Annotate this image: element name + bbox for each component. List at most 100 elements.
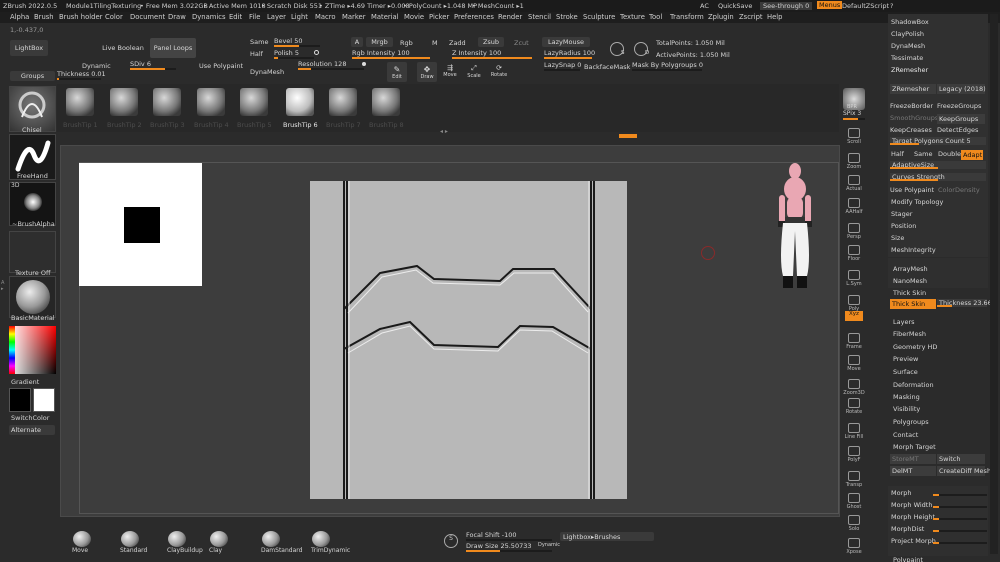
mrgb-button[interactable]: Mrgb <box>366 37 393 47</box>
rp-switch[interactable]: Switch <box>937 454 985 464</box>
rp-detectedges[interactable]: DetectEdges <box>937 126 978 134</box>
rp-tessimate[interactable]: Tessimate <box>891 54 923 62</box>
brushtip-8-thumb[interactable] <box>372 88 400 116</box>
standard-brush-thumb[interactable] <box>121 531 139 547</box>
brushtip-5-thumb[interactable] <box>240 88 268 116</box>
scroll-button[interactable]: Scroll <box>843 125 865 145</box>
rp-target-poly[interactable]: Target Polygons Count 5 <box>890 137 986 145</box>
rp-adaptive-size[interactable]: AdaptiveSize <box>890 161 986 169</box>
l-sym-button[interactable]: L.Sym <box>843 267 865 287</box>
menu-stroke[interactable]: Stroke <box>556 13 578 21</box>
rp-zremesher[interactable]: ZRemesher <box>890 84 936 94</box>
rp-zremesher-section[interactable]: ZRemesher <box>891 66 928 74</box>
zsub-button[interactable]: Zsub <box>478 37 504 47</box>
window-help-icon[interactable]: ? <box>890 2 893 10</box>
menu-picker[interactable]: Picker <box>429 13 449 21</box>
menu-document[interactable]: Document <box>130 13 165 21</box>
rgb-intensity-slider[interactable]: Rgb Intensity 100 <box>352 49 430 59</box>
brushtip-7-thumb[interactable] <box>329 88 357 116</box>
lazyradius-slider[interactable]: LazyRadius 100 <box>544 49 595 59</box>
menu-transform[interactable]: Transform <box>670 13 704 21</box>
rp-morph-dist[interactable]: MorphDist <box>891 525 987 533</box>
resolution-slider[interactable]: Resolution 128 <box>298 60 364 70</box>
menu-layer[interactable]: Layer <box>267 13 286 21</box>
resolution-dot-icon[interactable] <box>362 62 366 66</box>
menu-zplugin[interactable]: Zplugin <box>708 13 734 21</box>
zoom3d-button[interactable]: Zoom3D <box>843 376 865 396</box>
same-label[interactable]: Same <box>250 38 268 46</box>
rp-curves-strength[interactable]: Curves Strength <box>890 173 986 181</box>
rp-half[interactable]: Half <box>891 150 904 158</box>
menu-color[interactable]: Color <box>105 13 123 21</box>
thickness-slider[interactable]: Thickness 0.01 <box>57 70 106 80</box>
lightbox-brushes-button[interactable]: Lightbox▸Brushes <box>560 532 654 541</box>
menu-file[interactable]: File <box>249 13 260 21</box>
switch-color-button[interactable]: SwitchColor <box>11 414 49 422</box>
rp-thickness[interactable]: Thickness 23.66 <box>937 299 992 307</box>
left-tray-toggle[interactable]: A ▸ <box>1 280 4 292</box>
xyz-button[interactable]: Xyz <box>845 311 863 321</box>
zadd-button[interactable]: Zadd <box>449 39 466 47</box>
move-button[interactable]: Move <box>843 352 865 372</box>
rp-morph[interactable]: Morph <box>891 489 987 497</box>
brushtip-4-thumb[interactable] <box>197 88 225 116</box>
rp-create-diff-mesh[interactable]: CreateDiff Mesh <box>937 466 991 476</box>
menu-material[interactable]: Material <box>371 13 399 21</box>
rp-arraymesh[interactable]: ArrayMesh <box>893 265 928 273</box>
line-fill-button[interactable]: Line Fill <box>843 420 865 440</box>
rp-nanomesh[interactable]: NanoMesh <box>893 277 927 285</box>
rp-surface[interactable]: Surface <box>893 368 918 376</box>
polyf-button[interactable]: PolyF <box>843 443 865 463</box>
trimdynamic-brush-thumb[interactable] <box>312 531 330 547</box>
menu-stencil[interactable]: Stencil <box>528 13 551 21</box>
rp-thick-skin-btn[interactable]: Thick Skin <box>890 299 936 309</box>
use-polypaint-button[interactable]: Use Polypaint <box>199 62 243 70</box>
menu-tool[interactable]: Tool <box>649 13 662 21</box>
rp-color-density[interactable]: ColorDensity <box>938 186 980 194</box>
bevel-slider[interactable]: Bevel 50 <box>274 37 320 47</box>
rp-use-polypaint[interactable]: Use Polypaint <box>890 186 934 194</box>
rp-polypaint[interactable]: Polypaint <box>893 556 923 562</box>
dynamic-button[interactable]: Dynamic <box>82 62 111 70</box>
draw-button[interactable]: ✥ Draw <box>417 62 437 82</box>
color-picker[interactable] <box>9 326 56 374</box>
lazymouse-button[interactable]: LazyMouse <box>542 37 590 47</box>
rp-freezeborder[interactable]: FreezeBorder <box>890 102 933 110</box>
edit-button[interactable]: ✎ Edit <box>387 62 407 82</box>
rp-modify-topology[interactable]: Modify Topology <box>891 198 943 206</box>
rp-project-morph[interactable]: Project Morph <box>891 537 987 545</box>
rp-thick-skin-header[interactable]: Thick Skin <box>893 289 926 297</box>
rp-masking[interactable]: Masking <box>893 393 920 401</box>
menu-texture[interactable]: Texture <box>620 13 645 21</box>
brushtip-1-thumb[interactable] <box>66 88 94 116</box>
move-button[interactable]: ⇶ Move <box>441 62 459 80</box>
focal-size-icon[interactable]: S <box>444 534 458 548</box>
panel-loops-button[interactable]: Panel Loops <box>150 38 196 58</box>
move-brush-thumb[interactable] <box>73 531 91 547</box>
lightbox-button[interactable]: LightBox <box>10 40 48 56</box>
brushtip-3-thumb[interactable] <box>153 88 181 116</box>
spix-slider[interactable]: SPix 3 <box>843 110 865 120</box>
rp-keepcreases[interactable]: KeepCreases <box>890 126 932 134</box>
hue-strip[interactable] <box>9 326 15 374</box>
poly-button[interactable]: Poly <box>843 292 865 312</box>
rp-dynamesh[interactable]: DynaMesh <box>891 42 925 50</box>
menu-edit[interactable]: Edit <box>229 13 242 21</box>
menu-render[interactable]: Render <box>498 13 522 21</box>
rp-morph-width[interactable]: Morph Width <box>891 501 987 509</box>
quicksave-button[interactable]: QuickSave <box>718 2 752 10</box>
m-button[interactable]: M <box>432 39 438 47</box>
rp-meshintegrity[interactable]: MeshIntegrity <box>891 246 936 254</box>
zcut-button[interactable]: Zcut <box>514 39 529 47</box>
menu-sculpture[interactable]: Sculpture <box>583 13 615 21</box>
solo-button[interactable]: Solo <box>843 512 865 532</box>
frame-button[interactable]: Frame <box>843 330 865 350</box>
half-label[interactable]: Half <box>250 50 263 58</box>
rp-freezegroups[interactable]: FreezeGroups <box>937 102 981 110</box>
actual-button[interactable]: Actual <box>843 172 865 192</box>
ghost-button[interactable]: Ghost <box>843 490 865 510</box>
aahalf-button[interactable]: AAHalf <box>843 195 865 215</box>
dynamic-size-button[interactable]: Dynamic <box>538 542 560 548</box>
rp-deformation[interactable]: Deformation <box>893 381 934 389</box>
menu-alpha[interactable]: Alpha <box>10 13 29 21</box>
